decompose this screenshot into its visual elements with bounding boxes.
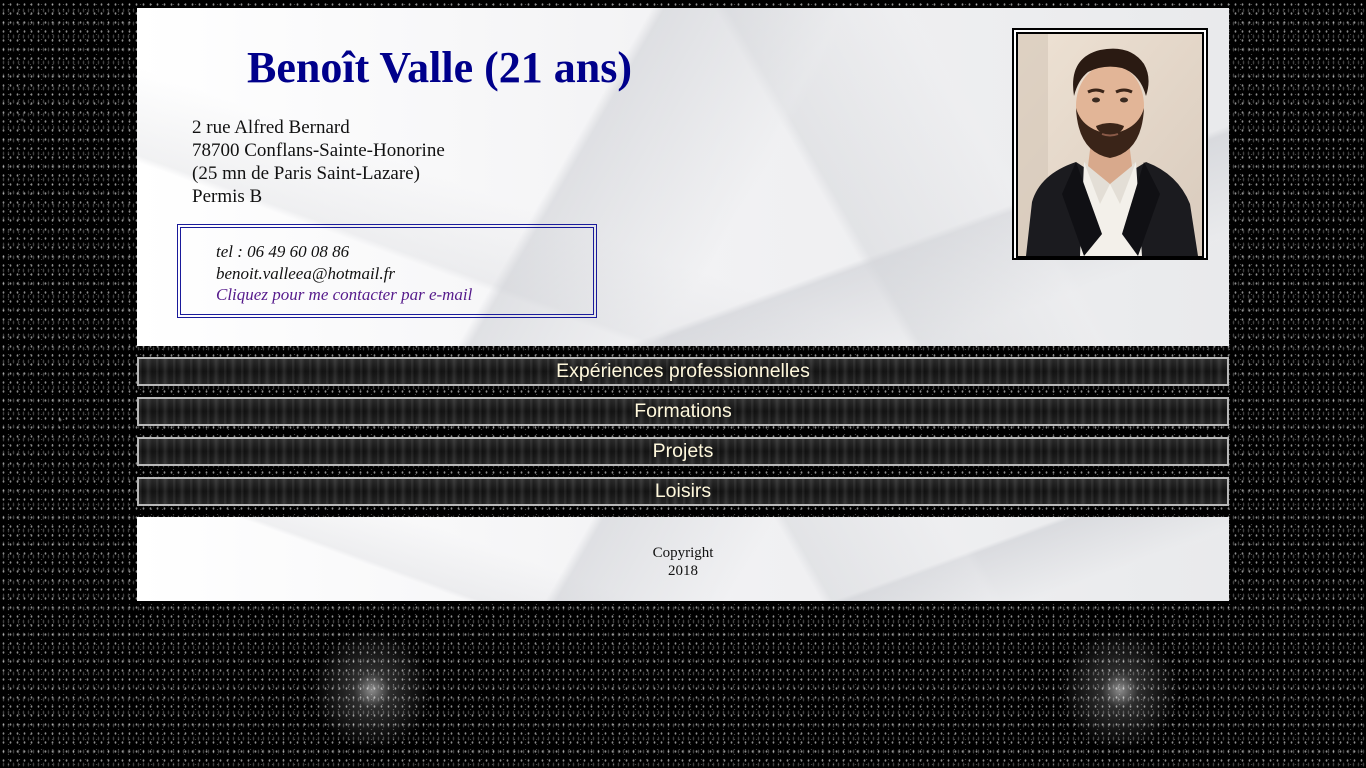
phone-number: tel : 06 49 60 08 86	[216, 242, 350, 261]
page-title: Benoît Valle (21 ans)	[247, 43, 633, 92]
driving-license: Permis B	[192, 186, 263, 207]
footer-panel: Copyright 2018	[137, 517, 1229, 601]
profile-photo-frame	[1012, 28, 1208, 260]
address-commute: (25 mn de Paris Saint-Lazare)	[192, 163, 420, 184]
address-city: 78700 Conflans-Sainte-Honorine	[192, 140, 445, 161]
contact-email-link[interactable]: Cliquez pour me contacter par e-mail	[216, 285, 472, 304]
copyright-notice: Copyright 2018	[137, 544, 1229, 580]
profile-photo	[1016, 32, 1204, 258]
nav-button-experiences[interactable]: Expériences professionnelles	[137, 357, 1229, 386]
copyright-year: 2018	[668, 563, 698, 579]
header-panel: Benoît Valle (21 ans) 2 rue Alfred Berna…	[137, 8, 1229, 346]
nav-button-loisirs[interactable]: Loisirs	[137, 477, 1229, 506]
address-street: 2 rue Alfred Bernard	[192, 117, 350, 138]
nav-button-formations[interactable]: Formations	[137, 397, 1229, 426]
copyright-label: Copyright	[652, 545, 714, 561]
nav-button-projets[interactable]: Projets	[137, 437, 1229, 466]
email-address: benoit.valleea@hotmail.fr	[216, 263, 395, 283]
contact-box: tel : 06 49 60 08 86 benoit.valleea@hotm…	[177, 224, 597, 318]
person-portrait-icon	[1018, 34, 1202, 256]
address-block: 2 rue Alfred Bernard 78700 Conflans-Sain…	[192, 116, 445, 208]
